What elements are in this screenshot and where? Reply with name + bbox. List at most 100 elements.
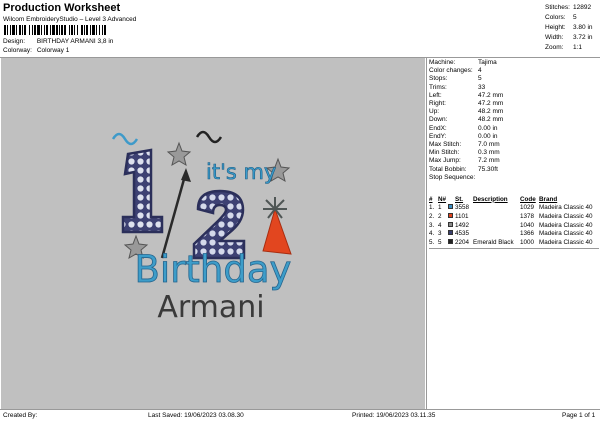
info-value: 7.0 mm — [478, 141, 500, 149]
info-label: Max Jump: — [429, 157, 461, 165]
info-label: Up: — [429, 108, 440, 116]
swatch-chip — [448, 221, 453, 227]
barcode — [4, 25, 162, 35]
needle-number: 3 — [438, 230, 442, 238]
table-row: 2. 2 1101 1378 Madeira Classic 40 — [429, 212, 599, 221]
stat-value: 3.72 in — [573, 34, 593, 41]
stop-number: 2. — [429, 212, 435, 220]
number-one-shape — [121, 148, 164, 234]
info-value: Tajima — [478, 59, 497, 66]
stat-row-width: Width: 3.72 in — [545, 33, 593, 43]
worksheet-title: Production Worksheet — [3, 2, 121, 14]
stop-sequence-table: # N# St. Description Code Brand 1. 1 3558 1… — [429, 195, 599, 249]
table-row: 1. 1 3558 1029 Madeira Classic 40 — [429, 204, 599, 213]
info-value: 7.2 mm — [478, 157, 500, 165]
star-icon — [166, 141, 192, 167]
design-value: BIRTHDAY ARMANI 3,8 in — [36, 38, 114, 45]
printed-date: Printed: 19/06/2023 03.11.35 — [352, 412, 436, 419]
stitch-count: 3558 — [455, 204, 470, 212]
color-swatch — [448, 204, 455, 211]
table-divider — [429, 247, 599, 249]
thread-code: 1029 — [520, 204, 535, 212]
info-row: Stop Sequence: — [429, 174, 503, 182]
thread-brand: Madeira Classic 40 — [539, 204, 593, 212]
info-label: Min Stitch: — [429, 149, 460, 157]
thread-code: 1040 — [520, 221, 535, 229]
machine-info: Machine: Tajima Color changes: 4 Stops: 5 Trim… — [429, 59, 503, 182]
thread-code: 1000 — [520, 238, 535, 246]
last-saved: Last Saved: 19/06/2023 03.08.30 — [148, 412, 244, 419]
col-header-stitches: St. — [455, 195, 464, 203]
color-swatch — [448, 230, 455, 237]
stop-number: 1. — [429, 204, 435, 212]
info-value: 5 — [478, 75, 482, 83]
thread-description: Emerald Black — [473, 238, 514, 246]
info-label: Color changes: — [429, 67, 473, 75]
info-label: Stops: — [429, 75, 448, 83]
stat-value: 1:1 — [573, 44, 583, 51]
stitch-count: 1101 — [455, 212, 469, 220]
colorway-label: Colorway: — [3, 47, 32, 54]
info-value: 33 — [478, 83, 486, 91]
swirl-icon — [195, 130, 223, 144]
info-row: EndY: 0.00 in — [429, 133, 503, 141]
swatch-chip — [448, 212, 453, 218]
info-value: 4 — [478, 67, 482, 75]
stat-row-zoom: Zoom: 1:1 — [545, 43, 593, 53]
arrow-shaft — [160, 171, 188, 259]
stop-number: 3. — [429, 221, 435, 229]
page-number: Page 1 of 1 — [562, 412, 596, 419]
stat-value: 12892 — [573, 4, 592, 11]
created-by: Created By: — [3, 412, 38, 419]
stitch-count: 4535 — [455, 230, 470, 238]
table-row: 5. 5 2204 Emerald Black 1000 Madeira Classic … — [429, 238, 599, 247]
info-row: Right: 47.2 mm — [429, 100, 503, 108]
table-row: 4. 3 4535 1366 Madeira Classic 40 — [429, 229, 599, 238]
info-value: 75.30ft — [478, 165, 498, 173]
color-swatch — [448, 238, 455, 246]
thread-brand: Madeira Classic 40 — [539, 221, 593, 229]
swatch-chip — [448, 204, 453, 210]
col-header-num: # — [429, 195, 433, 203]
stat-label: Height: — [545, 24, 566, 31]
info-label: Machine: — [429, 59, 456, 66]
stat-label: Stitches: — [545, 4, 570, 11]
info-row: Left: 47.2 mm — [429, 92, 503, 100]
thread-code: 1366 — [520, 230, 535, 238]
table-header: # N# St. Description Code Brand — [429, 195, 599, 204]
needle-number: 4 — [438, 221, 442, 229]
info-row: Min Stitch: 0.3 mm — [429, 149, 503, 157]
needle-number: 2 — [438, 212, 442, 220]
info-value: 0.00 in — [478, 132, 498, 140]
info-label: EndY: — [429, 132, 447, 140]
thread-brand: Madeira Classic 40 — [539, 238, 593, 246]
stat-label: Width: — [545, 34, 564, 41]
colorway-row: Colorway: Colorway 1 — [3, 47, 69, 54]
info-label: Max Stitch: — [429, 141, 462, 149]
info-label: Stop Sequence: — [429, 173, 476, 181]
info-row: EndX: 0.00 in — [429, 125, 503, 133]
col-header-brand: Brand — [539, 195, 558, 203]
stat-label: Zoom: — [545, 44, 564, 51]
thread-brand: Madeira Classic 40 — [539, 230, 593, 238]
embroidery-design: it's my Birthday Armani — [111, 130, 292, 325]
arrow-head-icon — [181, 168, 191, 182]
swatch-chip — [448, 238, 453, 244]
info-label: EndX: — [429, 124, 447, 132]
stat-row-height: Height: 3.80 in — [545, 23, 593, 33]
its-my-text: it's my — [206, 160, 276, 184]
info-row: Total Bobbin: 75.30ft — [429, 166, 503, 174]
stop-number: 4. — [429, 230, 435, 238]
info-row: Machine: Tajima — [429, 59, 503, 67]
info-label: Down: — [429, 116, 448, 124]
info-row: Stops: 5 — [429, 75, 503, 83]
info-row: Max Stitch: 7.0 mm — [429, 141, 503, 149]
info-label: Total Bobbin: — [429, 165, 467, 173]
stat-value: 5 — [573, 14, 577, 21]
color-swatch — [448, 221, 455, 229]
info-value: 47.2 mm — [478, 100, 504, 108]
info-label: Left: — [429, 91, 442, 99]
needle-number: 1 — [438, 204, 442, 212]
stat-row-colors: Colors: 5 — [545, 13, 593, 23]
info-row: Down: 48.2 mm — [429, 116, 503, 124]
